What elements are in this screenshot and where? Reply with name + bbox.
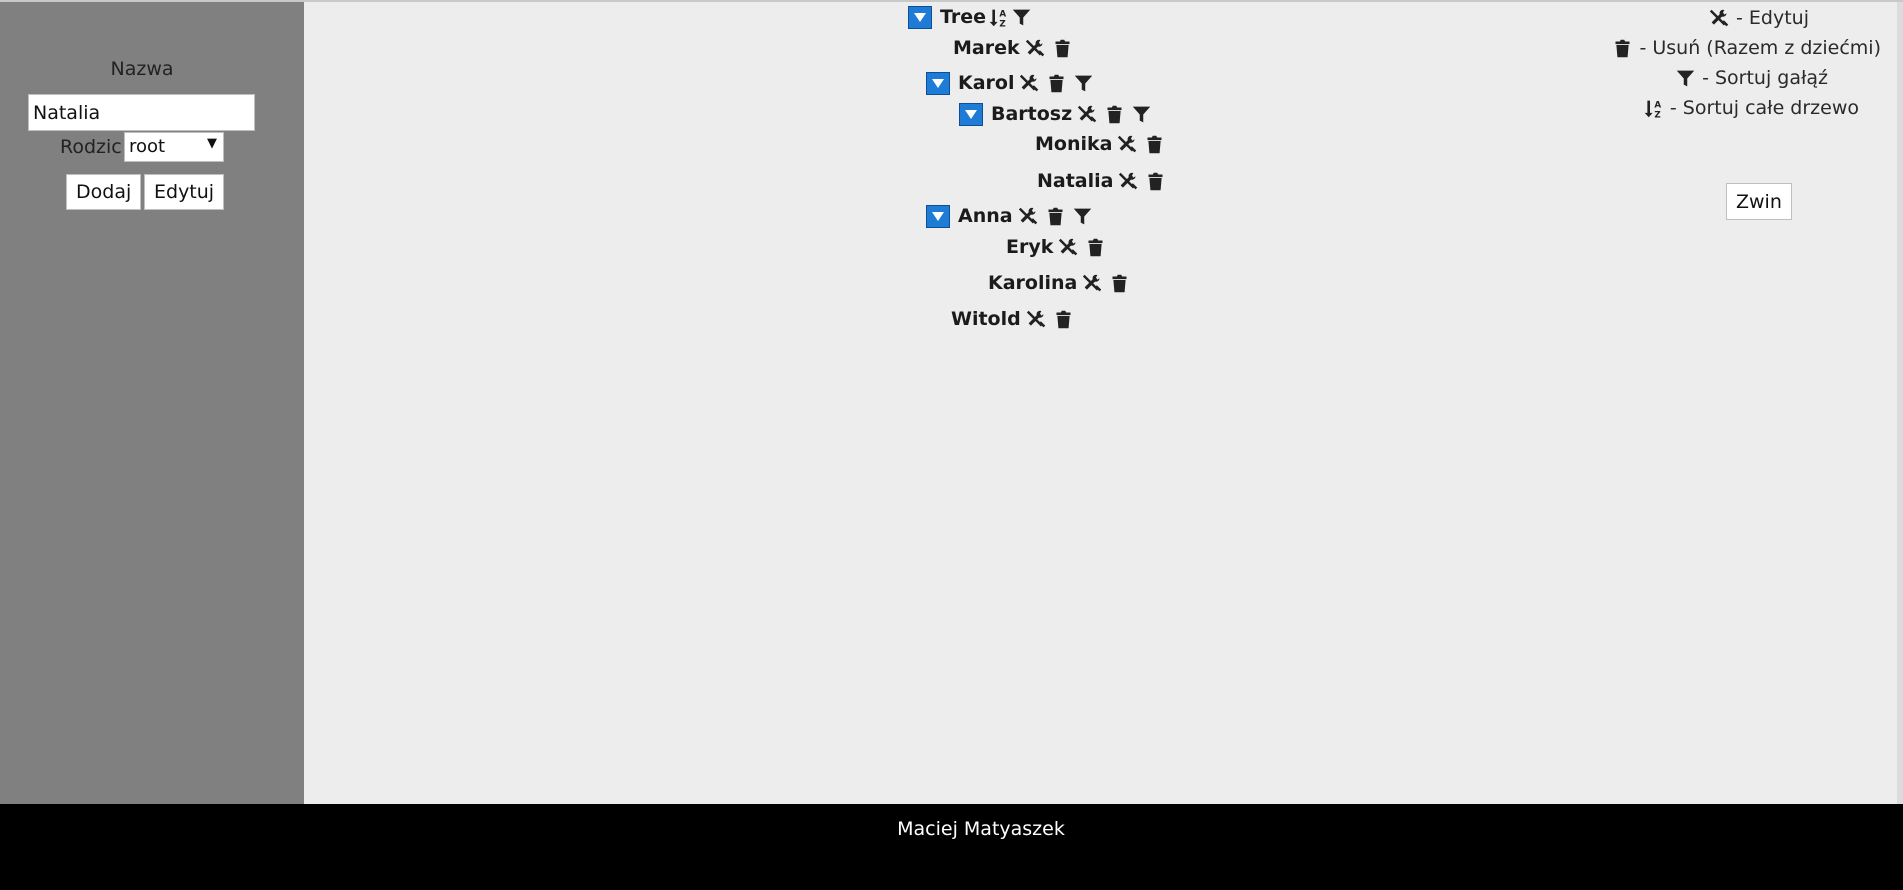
parent-label: Rodzic — [60, 136, 122, 158]
node-label: Bartosz — [991, 103, 1073, 125]
trash-icon[interactable] — [1145, 171, 1166, 192]
node-label: Marek — [953, 37, 1020, 59]
chevron-down-icon: ▼ — [207, 136, 217, 151]
edit-tools-icon[interactable] — [1018, 206, 1039, 227]
node-label: Witold — [951, 308, 1021, 330]
tree-root: Tree AZ — [908, 3, 1038, 31]
node-label: Natalia — [1037, 170, 1114, 192]
edit-tools-icon[interactable] — [1077, 104, 1098, 125]
footer — [0, 804, 1903, 890]
parent-select-value: root — [129, 136, 166, 157]
tree-node: Monika — [1035, 130, 1171, 158]
svg-text:A: A — [999, 9, 1006, 19]
trash-icon[interactable] — [1046, 73, 1067, 94]
sort-branch-icon[interactable] — [1011, 7, 1032, 28]
scrollbar[interactable] — [1897, 2, 1903, 804]
edit-tools-icon[interactable] — [1019, 73, 1040, 94]
collapse-toggle-icon[interactable] — [926, 71, 950, 95]
node-label: Karol — [958, 72, 1015, 94]
edit-tools-icon[interactable] — [1117, 134, 1138, 155]
edit-button[interactable]: Edytuj — [144, 174, 225, 210]
trash-icon[interactable] — [1104, 104, 1125, 125]
node-label: Eryk — [1006, 236, 1054, 258]
trash-icon — [1612, 38, 1633, 59]
tree-node: Marek — [953, 34, 1079, 62]
sidebar-form: Nazwa Rodzic root ▼ Dodaj Edytuj — [0, 2, 304, 804]
tree-node: Natalia — [1037, 167, 1172, 195]
name-label: Nazwa — [110, 58, 174, 80]
trash-icon[interactable] — [1052, 38, 1073, 59]
sort-branch-icon[interactable] — [1131, 104, 1152, 125]
legend-edit-text: - Edytuj — [1736, 7, 1809, 29]
edit-tools-icon[interactable] — [1058, 237, 1079, 258]
collapse-toggle-icon[interactable] — [926, 204, 950, 228]
collapse-button[interactable]: Zwin — [1726, 183, 1792, 220]
sort-branch-icon[interactable] — [1073, 73, 1094, 94]
tree-node: Bartosz — [959, 100, 1158, 128]
name-input[interactable] — [28, 94, 255, 131]
edit-tools-icon[interactable] — [1026, 309, 1047, 330]
add-button[interactable]: Dodaj — [66, 174, 142, 210]
legend-delete-text: - Usuń (Razem z dziećmi) — [1639, 37, 1881, 59]
tree-node: Eryk — [1006, 233, 1112, 261]
tree-node: Witold — [951, 305, 1080, 333]
parent-select[interactable]: root ▼ — [124, 132, 224, 162]
tree-node: Karol — [926, 69, 1100, 97]
svg-text:A: A — [1654, 100, 1661, 110]
edit-tools-icon[interactable] — [1082, 273, 1103, 294]
edit-tools-icon[interactable] — [1118, 171, 1139, 192]
sort-tree-icon: AZ — [1643, 98, 1664, 119]
filter-icon — [1675, 68, 1696, 89]
trash-icon[interactable] — [1053, 309, 1074, 330]
sort-tree-icon[interactable]: AZ — [988, 7, 1009, 28]
svg-text:Z: Z — [999, 19, 1005, 28]
node-label: Anna — [958, 205, 1013, 227]
tree-root-label: Tree — [940, 6, 987, 28]
collapse-toggle-icon[interactable] — [908, 5, 932, 29]
footer-author: Maciej Matyaszek — [897, 818, 1065, 840]
legend-edit: - Edytuj — [1709, 4, 1809, 32]
edit-tools-icon[interactable] — [1025, 38, 1046, 59]
legend-delete: - Usuń (Razem z dziećmi) — [1612, 34, 1881, 62]
node-label: Karolina — [988, 272, 1078, 294]
legend-sort-branch: - Sortuj gałąź — [1675, 64, 1828, 92]
trash-icon[interactable] — [1109, 273, 1130, 294]
trash-icon[interactable] — [1085, 237, 1106, 258]
sort-branch-icon[interactable] — [1072, 206, 1093, 227]
trash-icon[interactable] — [1045, 206, 1066, 227]
tree-node: Anna — [926, 202, 1099, 230]
trash-icon[interactable] — [1144, 134, 1165, 155]
svg-text:Z: Z — [1654, 110, 1660, 119]
node-label: Monika — [1035, 133, 1113, 155]
legend-sort-branch-text: - Sortuj gałąź — [1702, 67, 1828, 89]
collapse-toggle-icon[interactable] — [959, 102, 983, 126]
edit-tools-icon — [1709, 8, 1730, 29]
legend-sort-tree-text: - Sortuj całe drzewo — [1669, 97, 1859, 119]
tree-node: Karolina — [988, 269, 1136, 297]
legend-sort-tree: AZ - Sortuj całe drzewo — [1643, 94, 1859, 122]
